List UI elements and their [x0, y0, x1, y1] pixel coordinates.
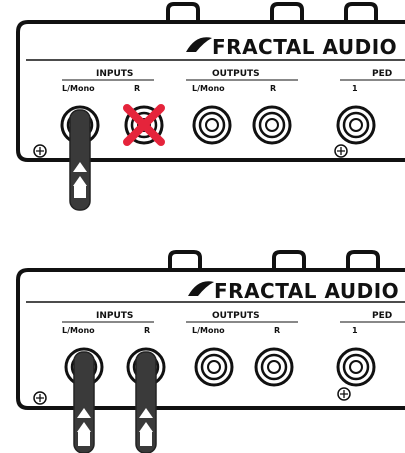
jack-label-in-r: R — [144, 326, 150, 335]
jack-pedal-1 — [336, 105, 376, 145]
cable-in-l — [73, 351, 95, 453]
jack-label-out-r: R — [274, 326, 280, 335]
cable-in-r — [135, 351, 157, 453]
knob-bump — [168, 250, 202, 270]
jack-pedal-1 — [336, 347, 376, 387]
jack-label-in-l: L/Mono — [62, 84, 95, 93]
knob-bump — [344, 2, 378, 22]
outputs-label: OUTPUTS — [212, 69, 260, 79]
screw-icon — [337, 387, 351, 401]
knob-bump — [346, 250, 380, 270]
jack-label-out-l: L/Mono — [192, 84, 225, 93]
jack-out-r — [254, 347, 294, 387]
jack-label-out-r: R — [270, 84, 276, 93]
jack-label-in-l: L/Mono — [62, 326, 95, 335]
jack-out-l — [194, 347, 234, 387]
pedal-label: PED — [372, 311, 392, 321]
screw-icon — [334, 144, 348, 158]
screw-icon — [33, 144, 47, 158]
brand-name: FRACTAL AUDIO — [214, 279, 399, 303]
jack-label-pedal-1: 1 — [352, 84, 358, 93]
screw-icon — [33, 391, 47, 405]
jack-out-r — [252, 105, 292, 145]
knob-bump — [166, 2, 200, 22]
panel-top: FRACTAL AUDIO INPUTS OUTPUTS PED L/Mono … — [16, 2, 405, 211]
connection-diagram: FRACTAL AUDIO INPUTS OUTPUTS PED L/Mono … — [16, 2, 405, 453]
knob-bump — [270, 2, 304, 22]
inputs-label: INPUTS — [96, 311, 133, 321]
jack-label-in-r: R — [134, 84, 140, 93]
inputs-label: INPUTS — [96, 69, 133, 79]
brand-name: FRACTAL AUDIO — [212, 35, 397, 59]
pedal-label: PED — [372, 69, 392, 79]
knob-bump — [272, 250, 306, 270]
jack-label-pedal-1: 1 — [352, 326, 358, 335]
jack-out-l — [192, 105, 232, 145]
jack-label-out-l: L/Mono — [192, 326, 225, 335]
outputs-label: OUTPUTS — [212, 311, 260, 321]
panel-bottom: FRACTAL AUDIO INPUTS OUTPUTS PED L/Mono … — [16, 250, 405, 453]
cable-in-l — [69, 109, 91, 211]
